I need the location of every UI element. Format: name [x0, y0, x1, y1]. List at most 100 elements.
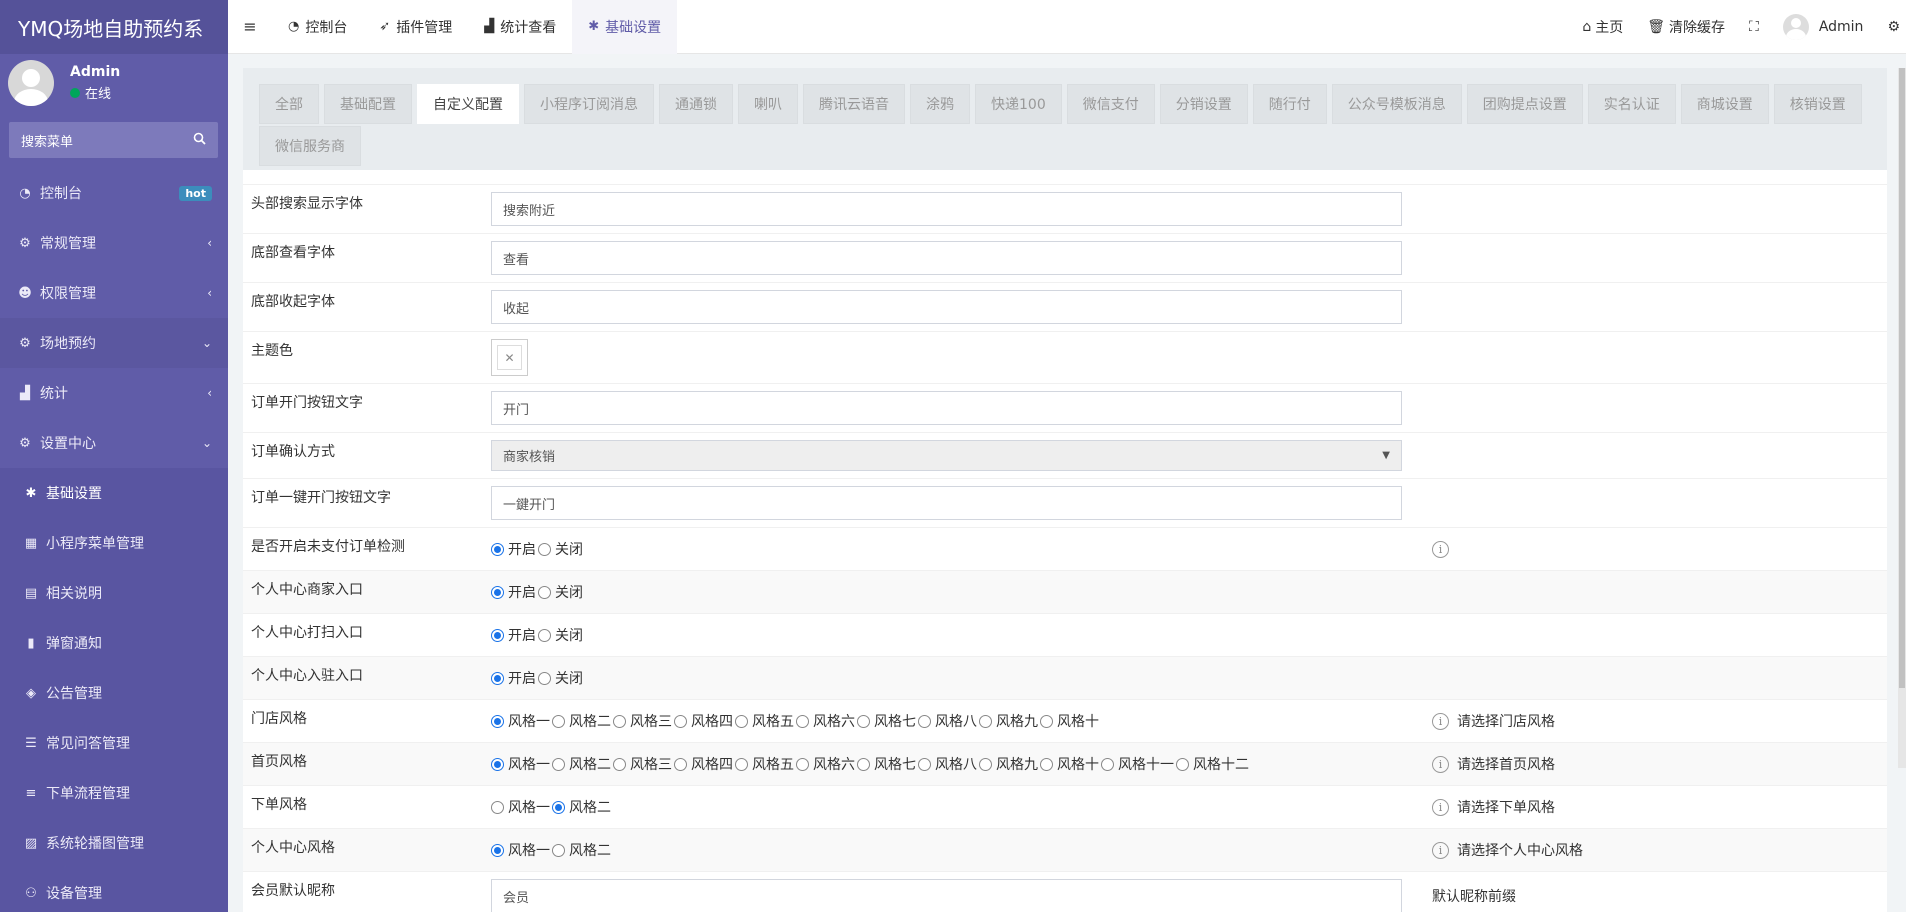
sidebar-item-announcements[interactable]: ◈ 公告管理	[0, 668, 228, 718]
theme-color-picker[interactable]: ✕	[491, 339, 528, 376]
info-icon[interactable]: i	[1432, 841, 1449, 859]
sidebar-item-settings-center[interactable]: ⚙ 设置中心 ⌄	[0, 418, 228, 468]
view-font-input[interactable]: 查看	[491, 241, 1402, 275]
tab-official-template[interactable]: 公众号模板消息	[1331, 84, 1462, 124]
style-option[interactable]: 风格二	[552, 840, 611, 860]
style-option[interactable]: 风格八	[918, 711, 977, 731]
radio-label: 风格八	[935, 757, 977, 773]
style-option[interactable]: 风格八	[918, 754, 977, 774]
tab-wechat-service-provider[interactable]: 微信服务商	[259, 126, 361, 166]
one-key-text-input[interactable]: 一鍵开门	[491, 486, 1402, 520]
tab-distribution[interactable]: 分销设置	[1159, 84, 1248, 124]
info-icon[interactable]: i	[1432, 712, 1449, 730]
sidebar-item-general[interactable]: ⚙ 常规管理 ‹	[0, 218, 228, 268]
sidebar-item-venue-booking[interactable]: ⚙ 场地预约 ⌄	[0, 318, 228, 368]
search-font-input[interactable]: 搜索附近	[491, 192, 1402, 226]
radio-off[interactable]: 关闭	[538, 668, 583, 688]
nav-tab-basic-settings[interactable]: ✱ 基础设置	[572, 0, 678, 54]
open-door-text-input[interactable]: 开门	[491, 391, 1402, 425]
style-option[interactable]: 风格三	[613, 711, 672, 731]
style-option[interactable]: 风格九	[979, 754, 1038, 774]
tab-speaker[interactable]: 喇叭	[738, 84, 798, 124]
sidebar-item-label: 设备管理	[46, 886, 102, 902]
tab-realname[interactable]: 实名认证	[1587, 84, 1676, 124]
style-option[interactable]: 风格三	[613, 754, 672, 774]
tab-group-buy[interactable]: 团购提点设置	[1466, 84, 1583, 124]
style-option[interactable]: 风格十二	[1176, 754, 1249, 774]
style-option[interactable]: 风格十一	[1101, 754, 1174, 774]
style-option[interactable]: 风格四	[674, 754, 733, 774]
home-link[interactable]: ⌂ 主页	[1570, 17, 1635, 37]
field-label: 首页风格	[251, 754, 307, 770]
gears-icon[interactable]: ⚙	[1875, 19, 1906, 35]
tab-tongtong-lock[interactable]: 通通锁	[659, 84, 733, 124]
sidebar-search-input[interactable]: 搜索菜单	[9, 122, 218, 158]
style-option[interactable]: 风格五	[735, 754, 794, 774]
nav-tab-dashboard[interactable]: ◔ 控制台	[272, 0, 363, 54]
config-tabbar: 全部 基础配置 自定义配置 小程序订阅消息 通通锁 喇叭 腾讯云语音 涂鸦 快递…	[243, 68, 1887, 170]
info-icon[interactable]: i	[1432, 798, 1449, 816]
page-scrollbar[interactable]	[1898, 68, 1906, 768]
tab-suixingfu[interactable]: 随行付	[1252, 84, 1327, 124]
style-option[interactable]: 风格十	[1040, 754, 1099, 774]
sidebar-item-order-flow[interactable]: ≡ 下单流程管理	[0, 768, 228, 818]
tab-verification[interactable]: 核销设置	[1773, 84, 1862, 124]
radio-on[interactable]: 开启	[491, 668, 536, 688]
radio-off[interactable]: 关闭	[538, 625, 583, 645]
sidebar-item-carousel[interactable]: ▨ 系统轮播图管理	[0, 818, 228, 868]
style-option[interactable]: 风格五	[735, 711, 794, 731]
radio-off[interactable]: 关闭	[538, 539, 583, 559]
tab-tuya[interactable]: 涂鸦	[910, 84, 970, 124]
style-option[interactable]: 风格七	[857, 711, 916, 731]
member-nickname-input[interactable]: 会员	[491, 879, 1402, 912]
form-row: 下单风格 风格一 风格二 i 请选择下单风格	[243, 785, 1887, 828]
style-option[interactable]: 风格一	[491, 840, 550, 860]
sidebar-item-miniprogram-menu[interactable]: ▦ 小程序菜单管理	[0, 518, 228, 568]
nav-tab-plugins[interactable]: ➶ 插件管理	[363, 0, 468, 54]
tab-miniprogram-subscription[interactable]: 小程序订阅消息	[524, 84, 654, 124]
sidebar-item-basic-settings[interactable]: ✱ 基础设置	[0, 468, 228, 518]
style-option[interactable]: 风格一	[491, 711, 550, 731]
tab-basic-config[interactable]: 基础配置	[324, 84, 412, 124]
style-option[interactable]: 风格七	[857, 754, 916, 774]
tab-kuaidi100[interactable]: 快递100	[975, 84, 1062, 124]
collapse-font-input[interactable]: 收起	[491, 290, 1402, 324]
sidebar-item-devices[interactable]: ⚇ 设备管理	[0, 868, 228, 912]
nav-tab-statistics[interactable]: ▟ 统计查看	[468, 0, 572, 54]
radio-on[interactable]: 开启	[491, 582, 536, 602]
info-icon[interactable]: i	[1432, 755, 1449, 773]
style-option[interactable]: 风格九	[979, 711, 1038, 731]
style-option[interactable]: 风格十	[1040, 711, 1099, 731]
style-option[interactable]: 风格二	[552, 754, 611, 774]
app-logo[interactable]: YMQ场地自助预约系	[0, 0, 228, 54]
sidebar-item-faq[interactable]: ☰ 常见问答管理	[0, 718, 228, 768]
tab-custom-config[interactable]: 自定义配置	[417, 84, 519, 124]
tab-wechat-pay[interactable]: 微信支付	[1066, 84, 1155, 124]
style-option[interactable]: 风格一	[491, 754, 550, 774]
style-option[interactable]: 风格二	[552, 711, 611, 731]
confirm-method-select[interactable]: 商家核销 ▼	[491, 440, 1402, 471]
sidebar-item-permission[interactable]: ☻ 权限管理 ‹	[0, 268, 228, 318]
scrollbar-thumb[interactable]	[1899, 68, 1905, 688]
admin-menu[interactable]: Admin	[1771, 14, 1876, 40]
sidebar-item-popup-notice[interactable]: ▮ 弹窗通知	[0, 618, 228, 668]
style-option[interactable]: 风格一	[491, 797, 550, 817]
sidebar-item-related-docs[interactable]: ▤ 相关说明	[0, 568, 228, 618]
menu-toggle-icon[interactable]: ≡	[228, 17, 272, 36]
radio-on[interactable]: 开启	[491, 539, 536, 559]
tab-mall[interactable]: 商城设置	[1680, 84, 1769, 124]
fullscreen-icon[interactable]: ⛶	[1737, 19, 1771, 35]
tab-tencent-voice[interactable]: 腾讯云语音	[803, 84, 905, 124]
sidebar-item-statistics[interactable]: ▟ 统计 ‹	[0, 368, 228, 418]
radio-off[interactable]: 关闭	[538, 582, 583, 602]
style-option[interactable]: 风格六	[796, 754, 855, 774]
style-option[interactable]: 风格六	[796, 711, 855, 731]
sidebar-item-dashboard[interactable]: ◔ 控制台 hot	[0, 168, 228, 218]
tab-all[interactable]: 全部	[259, 84, 319, 124]
clear-cache-button[interactable]: 🗑 清除缓存	[1635, 17, 1737, 37]
search-icon[interactable]	[193, 132, 206, 149]
style-option[interactable]: 风格四	[674, 711, 733, 731]
radio-on[interactable]: 开启	[491, 625, 536, 645]
style-option[interactable]: 风格二	[552, 797, 611, 817]
info-icon[interactable]: i	[1432, 540, 1449, 558]
